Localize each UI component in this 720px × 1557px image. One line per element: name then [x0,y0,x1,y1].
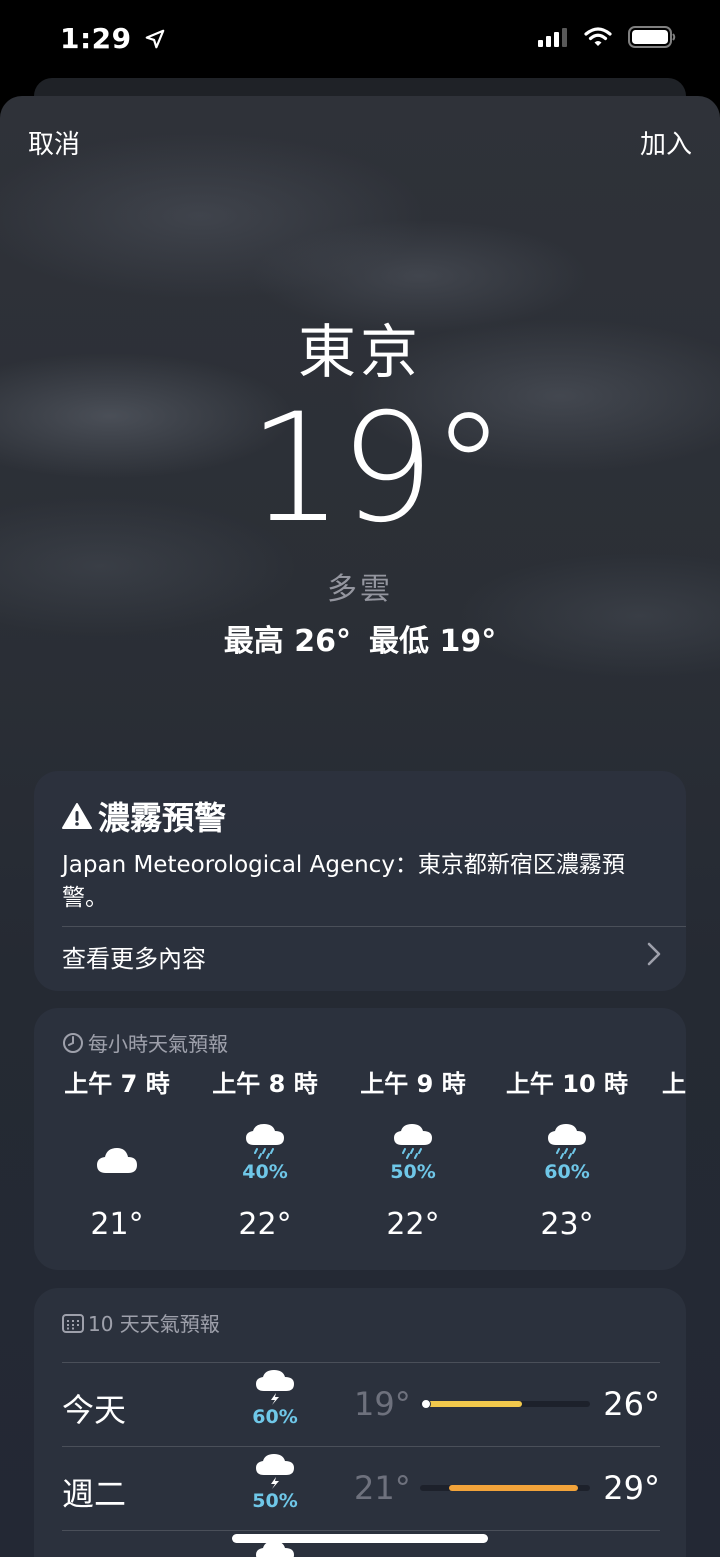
day-low: 19° [354,1385,411,1423]
alert-title-text: 濃霧預警 [98,799,227,837]
city-name: 東京 [297,318,422,386]
temperature-range-fill [423,1401,522,1407]
day-icon-wrap: 50% [250,1453,300,1512]
cloud-icon [256,1541,294,1557]
clock-icon [63,1032,83,1053]
hourly-item: 上午 8 時 40% 22° [190,1064,340,1242]
divider [62,926,686,927]
status-time: 1:29 [60,22,166,55]
cloud-bolt-icon [256,1454,294,1489]
severe-weather-alert-card[interactable]: 濃霧預警 Japan Meteorological Agency：東京都新宿区濃… [34,771,686,991]
hourly-item-partial: 上 [662,1064,686,1099]
hour-temp: 23° [540,1207,594,1242]
wifi-icon [584,27,612,46]
ten-day-forecast-card[interactable]: 10 天天氣預報 今天 60% 19° 26° 週二 50% 21° 29° [34,1288,686,1557]
day-high: 26° [603,1385,660,1423]
hour-icon-wrap: 40% [190,1113,340,1183]
current-temp-dot [421,1399,432,1409]
alert-body: Japan Meteorological Agency：東京都新宿区濃霧預警。 [62,852,625,911]
day-precip: 50% [252,1490,298,1512]
day-precip: 60% [252,1406,298,1428]
location-arrow-icon [145,29,165,49]
day-name: 週二 [62,1475,127,1513]
hour-time: 上午 10 時 [505,1070,629,1098]
cloud-drizzle-icon [394,1124,432,1159]
hour-time: 上午 7 時 [64,1070,170,1098]
status-time-label: 1:29 [60,22,132,55]
hour-icon-wrap [42,1113,192,1183]
low-temperature: 最低 19° [369,624,497,659]
day-row[interactable]: 今天 60% 19° 26° [62,1362,660,1447]
temperature-range-bar [420,1485,590,1491]
hour-time: 上午 9 時 [360,1070,466,1098]
status-indicators [538,26,676,48]
day-row[interactable]: 週二 50% 21° 29° [62,1446,660,1531]
hourly-item: 上午 10 時 60% 23° [492,1064,642,1242]
hourly-forecast-card[interactable]: 每小時天氣預報 上午 7 時 21° 上午 8 時 40% 22° 上午 9 時… [34,1008,686,1270]
hour-precip: 40% [242,1161,288,1183]
hourly-item: 上午 9 時 50% 22° [338,1064,488,1242]
daily-header: 10 天天氣預報 [62,1308,220,1337]
condition-text: 多雲 [327,572,393,607]
cloud-drizzle-icon [548,1124,586,1159]
day-high: 29° [603,1469,660,1507]
warning-icon [62,803,92,829]
battery-icon [628,26,676,48]
cloud-bolt-icon [256,1370,294,1405]
hour-temp: 22° [386,1207,440,1242]
cloud-drizzle-icon [246,1124,284,1159]
see-more-link[interactable]: 查看更多內容 [62,939,206,974]
hour-precip: 60% [544,1161,590,1183]
hourly-item: 上午 7 時 21° [42,1064,192,1242]
hour-temp: 21° [90,1207,144,1242]
calendar-icon [62,1313,84,1333]
day-icon-wrap: 60% [250,1369,300,1428]
add-button[interactable]: 加入 [640,124,692,161]
status-bar: 1:29 [0,0,720,80]
cloud-icon [97,1148,137,1173]
high-low: 最高 26° 最低 19° [0,616,720,660]
current-weather: 東京 19° 多雲 最高 26° 最低 19° [0,316,720,660]
current-temperature: 19° [248,382,506,556]
signal-icon [538,28,567,47]
home-indicator[interactable] [232,1534,488,1543]
alert-title: 濃霧預警 [62,793,226,839]
chevron-right-icon [647,942,661,966]
high-temperature: 最高 26° [223,624,351,659]
temperature-range-bar [420,1399,590,1409]
hour-precip: 50% [390,1161,436,1183]
daily-header-text: 10 天天氣預報 [88,1312,220,1336]
temperature-range-fill [448,1485,579,1491]
weather-preview-sheet: 取消 加入 東京 19° 多雲 最高 26° 最低 19° 濃霧預警 Japan… [0,96,720,1557]
hourly-header-text: 每小時天氣預報 [88,1032,228,1056]
hour-time: 上午 8 時 [212,1070,318,1098]
hour-temp: 22° [238,1207,292,1242]
cancel-button[interactable]: 取消 [28,124,80,161]
day-low: 21° [354,1469,411,1507]
hour-icon-wrap: 60% [492,1113,642,1183]
day-name: 今天 [62,1391,127,1429]
hour-icon-wrap: 50% [338,1113,488,1183]
hour-time: 上 [662,1070,686,1098]
hourly-header: 每小時天氣預報 [62,1028,228,1057]
